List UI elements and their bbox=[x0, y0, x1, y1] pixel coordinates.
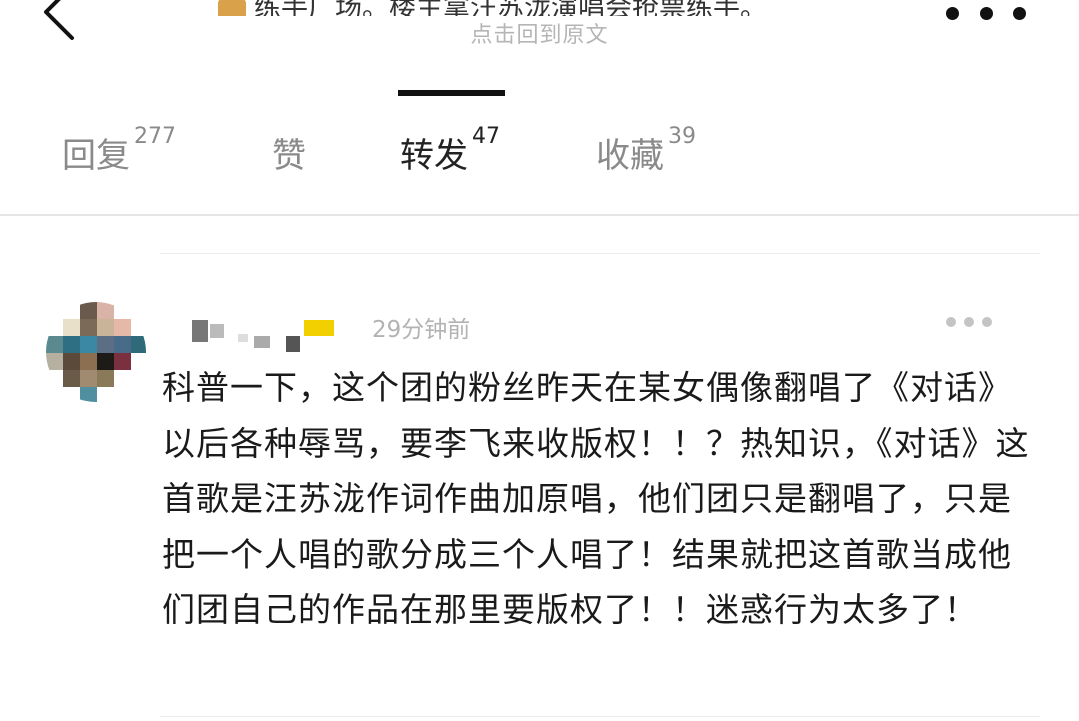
list-divider bbox=[160, 716, 1040, 717]
username[interactable] bbox=[180, 312, 360, 352]
tab-bar: 回复 277 赞 转发 47 收藏 39 bbox=[0, 118, 1079, 214]
tab-reposts-label: 转发 bbox=[400, 136, 468, 176]
tab-likes-label: 赞 bbox=[272, 136, 306, 176]
tab-favorites[interactable]: 收藏 39 bbox=[596, 124, 696, 177]
tab-favorites-label: 收藏 bbox=[596, 136, 664, 176]
list-divider bbox=[160, 253, 1040, 254]
emoji-icon bbox=[218, 0, 246, 16]
tab-replies-count: 277 bbox=[134, 124, 176, 149]
original-post-title-text: 练手广场。楼主拿汪苏泷演唱会抢票练手。 bbox=[254, 0, 767, 16]
back-to-original-link[interactable]: 点击回到原文 bbox=[0, 17, 1079, 49]
more-dots-icon bbox=[946, 317, 956, 327]
comment-text: 科普一下，这个团的粉丝昨天在某女偶像翻唱了《对话》以后各种辱骂，要李飞来收版权！… bbox=[162, 368, 1030, 629]
comment-timestamp: 29分钟前 bbox=[372, 317, 471, 343]
more-options-button[interactable] bbox=[946, 0, 1026, 26]
avatar[interactable] bbox=[46, 302, 146, 402]
active-tab-indicator bbox=[398, 90, 505, 96]
comment-more-button[interactable] bbox=[946, 316, 992, 328]
screen: 练手广场。楼主拿汪苏泷演唱会抢票练手。 点击回到原文 回复 277 赞 转发 47 … bbox=[0, 0, 1079, 721]
tabs-divider bbox=[0, 214, 1079, 216]
more-dots-icon bbox=[946, 6, 959, 20]
tab-reposts-count: 47 bbox=[472, 124, 500, 149]
tab-favorites-count: 39 bbox=[668, 124, 696, 149]
tab-reposts[interactable]: 转发 47 bbox=[400, 124, 500, 177]
tab-likes[interactable]: 赞 bbox=[272, 128, 306, 177]
tab-replies[interactable]: 回复 277 bbox=[62, 124, 176, 177]
tab-replies-label: 回复 bbox=[62, 136, 130, 176]
original-post-title[interactable]: 练手广场。楼主拿汪苏泷演唱会抢票练手。 bbox=[218, 0, 898, 16]
